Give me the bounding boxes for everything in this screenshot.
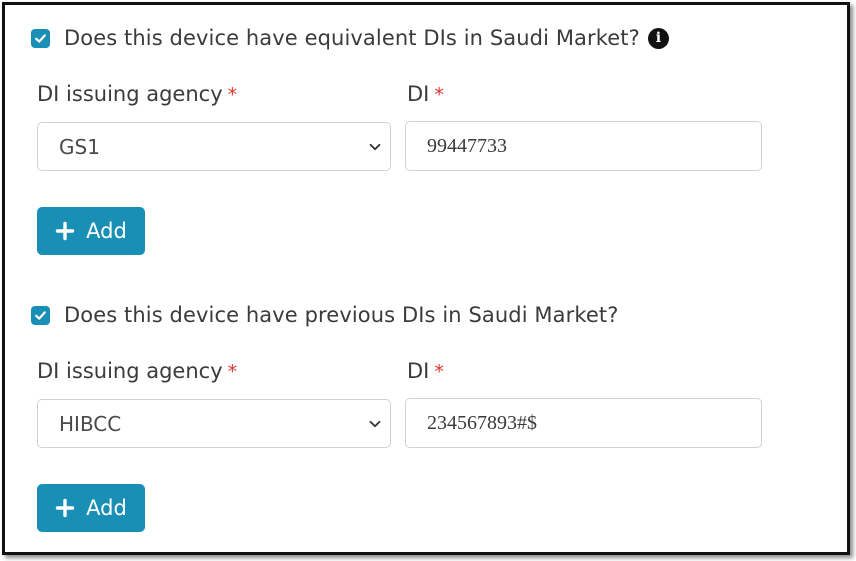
label-text: DI bbox=[407, 82, 430, 106]
chevron-down-icon bbox=[369, 420, 381, 428]
required-mark: * bbox=[227, 361, 238, 383]
plus-icon bbox=[55, 221, 75, 241]
chevron-down-icon bbox=[369, 143, 381, 151]
info-circle-icon[interactable]: i bbox=[647, 27, 669, 49]
form-panel: Does this device have equivalent DIs in … bbox=[2, 2, 850, 555]
di-label: DI * bbox=[407, 82, 444, 106]
label-text: DI issuing agency bbox=[37, 82, 223, 106]
select-value: HIBCC bbox=[59, 411, 122, 436]
di-issuing-agency-select[interactable]: GS1 bbox=[37, 122, 391, 171]
previous-dis-question: Does this device have previous DIs in Sa… bbox=[64, 303, 619, 327]
di-input[interactable]: 99447733 bbox=[405, 121, 762, 171]
plus-icon bbox=[55, 498, 75, 518]
input-value: 99447733 bbox=[427, 134, 507, 157]
di-issuing-agency-label: DI issuing agency * bbox=[37, 359, 237, 383]
checkmark-icon bbox=[35, 310, 46, 320]
required-mark: * bbox=[434, 84, 444, 106]
di-issuing-agency-select[interactable]: HIBCC bbox=[37, 399, 391, 448]
equivalent-dis-checkbox[interactable] bbox=[31, 28, 50, 48]
input-value: 234567893#$ bbox=[427, 411, 537, 434]
label-text: DI issuing agency bbox=[37, 359, 223, 383]
add-button-label: Add bbox=[86, 219, 127, 243]
label-text: DI bbox=[407, 359, 430, 383]
equivalent-dis-question: Does this device have equivalent DIs in … bbox=[64, 26, 640, 50]
di-label: DI * bbox=[407, 359, 444, 383]
add-button-label: Add bbox=[86, 496, 127, 520]
required-mark: * bbox=[227, 84, 238, 106]
add-previous-di-button[interactable]: Add bbox=[37, 484, 145, 532]
di-input[interactable]: 234567893#$ bbox=[405, 398, 762, 448]
add-equivalent-di-button[interactable]: Add bbox=[37, 207, 145, 255]
di-issuing-agency-label: DI issuing agency * bbox=[37, 82, 237, 106]
select-value: GS1 bbox=[59, 134, 100, 159]
previous-dis-row: Does this device have previous DIs in Sa… bbox=[31, 300, 618, 330]
required-mark: * bbox=[434, 361, 444, 383]
previous-dis-checkbox[interactable] bbox=[31, 305, 50, 325]
checkmark-icon bbox=[35, 33, 46, 43]
equivalent-dis-row: Does this device have equivalent DIs in … bbox=[31, 23, 669, 53]
